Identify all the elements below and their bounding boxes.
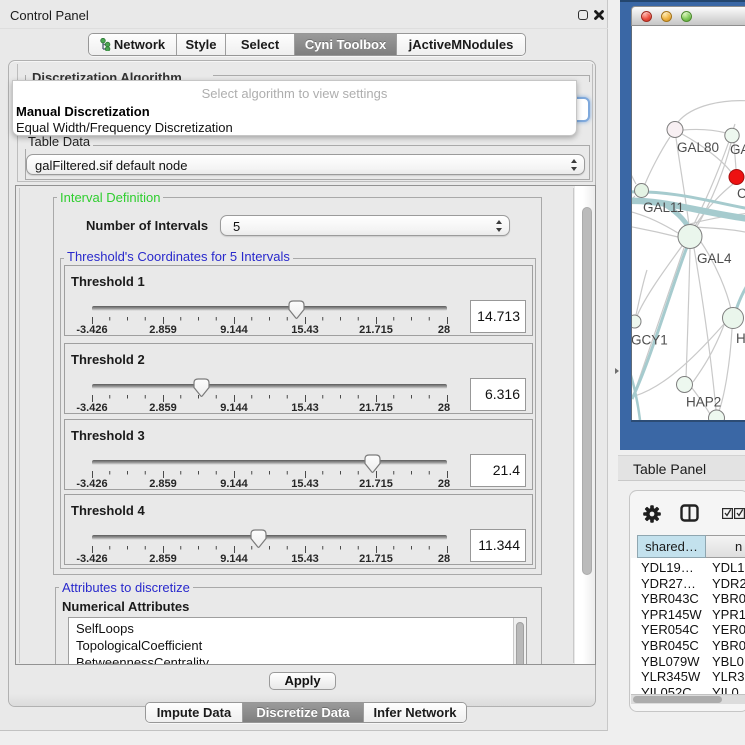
svg-text:H: H [736,331,745,346]
svg-text:GAL4: GAL4 [697,251,732,266]
svg-text:GCY1: GCY1 [632,333,668,348]
svg-text:C: C [737,186,745,201]
svg-text:GAL11: GAL11 [643,200,684,215]
svg-text:HAP2: HAP2 [686,395,721,410]
svg-text:GA: GA [730,142,745,157]
svg-text:GAL80: GAL80 [677,140,719,155]
